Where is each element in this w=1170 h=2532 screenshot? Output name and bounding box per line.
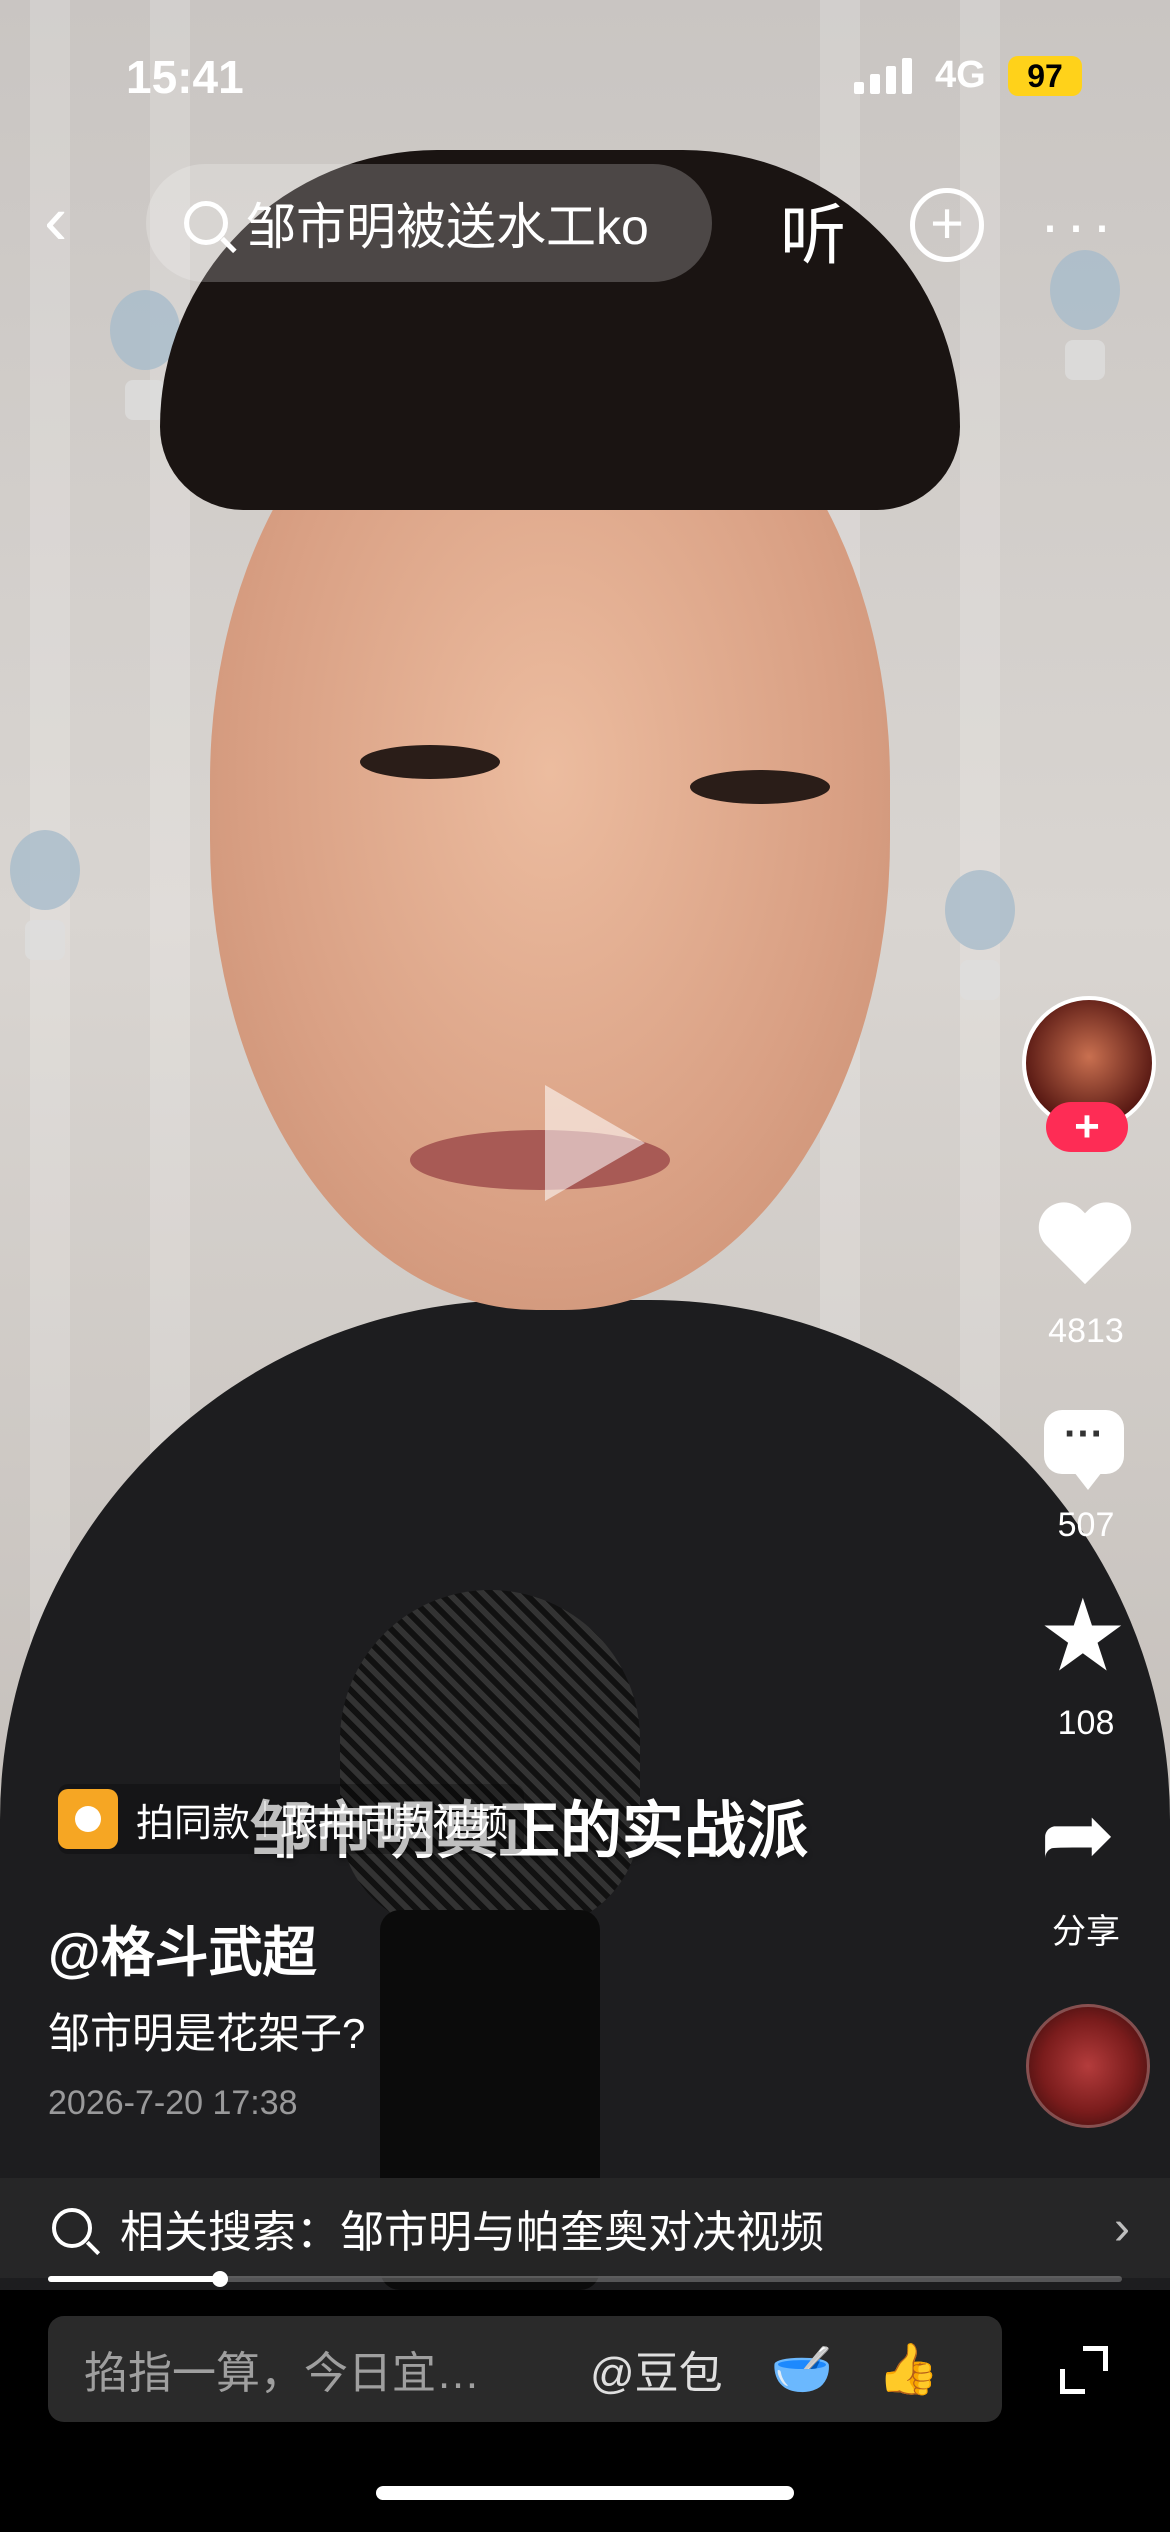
back-icon[interactable]: ‹: [44, 180, 104, 260]
shoot-same-tag[interactable]: 拍同款 跟拍同款视频: [58, 1784, 525, 1854]
network-type: 4G: [935, 54, 986, 96]
share-icon[interactable]: ➦: [1040, 1790, 1115, 1880]
comment-input[interactable]: 掐指一算，今日宜… @豆包 🥣 👍: [48, 2316, 1002, 2422]
like-icon[interactable]: [1040, 1204, 1130, 1294]
author-name[interactable]: @格斗武超: [48, 1908, 317, 1987]
comment-icon[interactable]: ···: [1044, 1410, 1124, 1490]
progress-knob[interactable]: [211, 2271, 228, 2287]
search-bar[interactable]: 邹市明被送水工ko: [146, 164, 712, 282]
related-search-text: 相关搜索：邹市明与帕奎奥对决视频: [120, 2208, 824, 2257]
related-search[interactable]: 相关搜索：邹市明与帕奎奥对决视频 ›: [0, 2178, 1170, 2278]
post-date: 2026-7-20 17:38: [48, 2084, 298, 2122]
signal-icon: [854, 58, 912, 94]
search-icon: [184, 201, 228, 245]
comment-count: 507: [1057, 1506, 1115, 1544]
more-icon[interactable]: ···: [1040, 190, 1118, 259]
battery-icon: 97: [1008, 56, 1082, 96]
play-icon[interactable]: [545, 1085, 645, 1201]
favorite-count: 108: [1057, 1704, 1115, 1742]
doubao-mention[interactable]: @豆包: [590, 2337, 723, 2401]
shoot-same-label: 拍同款: [136, 1802, 251, 1845]
balloon-decoration: [10, 830, 80, 970]
like-count: 4813: [1048, 1312, 1124, 1350]
video-progress[interactable]: [48, 2271, 1122, 2287]
share-label: 分享: [1052, 1913, 1120, 1951]
post-description: 邹市明是花架子?: [48, 2010, 366, 2057]
music-disc[interactable]: [1026, 2004, 1150, 2128]
comment-placeholder: 掐指一算，今日宜…: [84, 2349, 480, 2398]
status-time: 15:41: [126, 51, 244, 103]
listen-button[interactable]: 听: [780, 182, 846, 278]
search-text: 邹市明被送水工ko: [246, 199, 649, 255]
add-icon[interactable]: +: [910, 188, 984, 262]
battery-level: 97: [1027, 58, 1063, 94]
follow-shoot-label: 跟拍同款视频: [280, 1802, 509, 1845]
thumbs-up-emoji[interactable]: 👍: [877, 2340, 939, 2399]
favorite-icon[interactable]: ★: [1038, 1586, 1128, 1686]
bowl-emoji[interactable]: 🥣: [771, 2340, 833, 2399]
camera-icon: [58, 1789, 118, 1849]
balloon-decoration: [1050, 250, 1120, 390]
chevron-right-icon: ›: [1114, 2201, 1130, 2255]
progress-fill: [48, 2276, 220, 2282]
status-bar: 15:41 4G 97: [0, 0, 1170, 150]
search-icon: [52, 2208, 92, 2248]
balloon-decoration: [945, 870, 1015, 1010]
home-indicator: [376, 2486, 794, 2500]
follow-button[interactable]: +: [1046, 1102, 1128, 1152]
fullscreen-icon[interactable]: [1060, 2346, 1108, 2394]
